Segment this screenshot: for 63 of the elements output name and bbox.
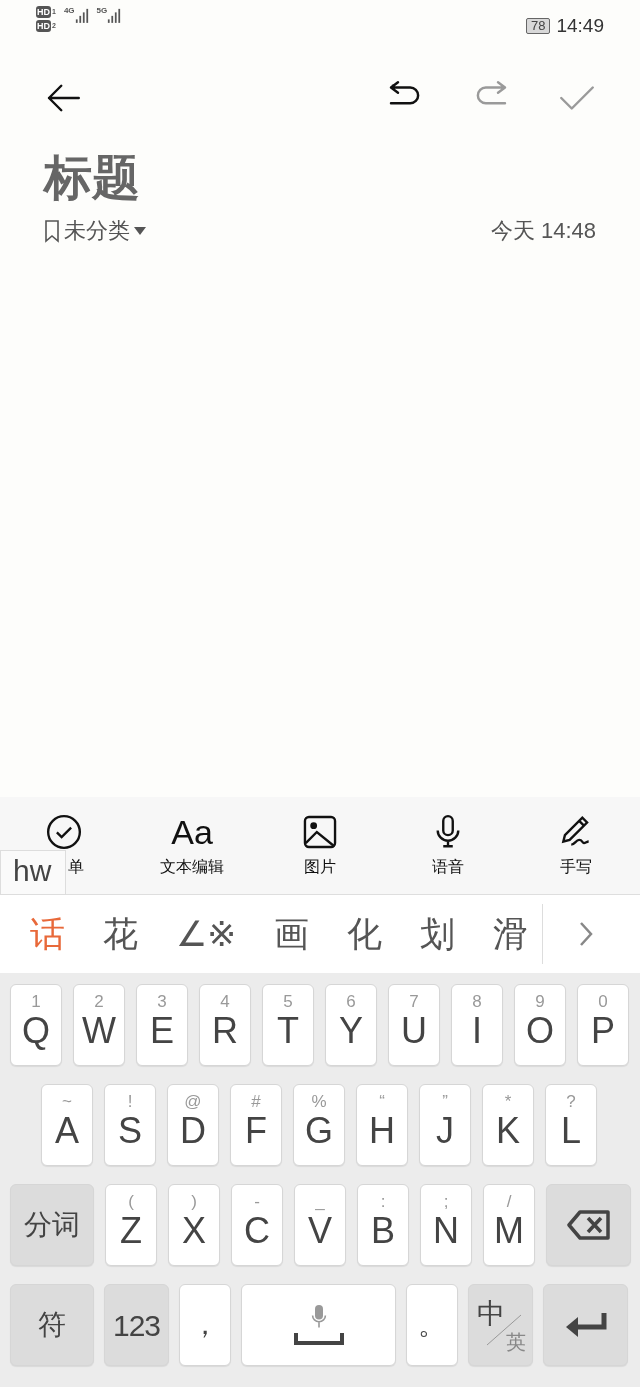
key[interactable]: 1 Q — [10, 984, 62, 1066]
key[interactable]: 4 R — [199, 984, 251, 1066]
key[interactable]: - C — [231, 1184, 283, 1266]
key[interactable]: ? L — [545, 1084, 597, 1166]
candidate-word[interactable]: ∠※ — [176, 914, 236, 954]
key[interactable]: ， — [179, 1284, 231, 1366]
checkmark-circle-icon — [45, 812, 83, 851]
key[interactable]: 8 I — [451, 984, 503, 1066]
editor-tool-button[interactable]: 语音 — [393, 812, 503, 879]
key[interactable]: * K — [482, 1084, 534, 1166]
network-type-label: 4G — [63, 6, 75, 16]
signal-icon — [74, 6, 89, 24]
key[interactable]: 123 — [104, 1284, 169, 1366]
network-type-label: 5G — [96, 6, 108, 16]
candidate-word[interactable]: 花 — [103, 914, 138, 954]
key[interactable]: 5 T — [262, 984, 314, 1066]
text-format-icon: Aa — [171, 812, 213, 851]
key[interactable]: 0 P — [577, 984, 629, 1066]
key[interactable]: 9 O — [514, 984, 566, 1066]
key[interactable]: ; N — [420, 1184, 472, 1266]
key[interactable]: : B — [357, 1184, 409, 1266]
input-hint-popup: hw — [0, 850, 66, 895]
key[interactable]: # F — [230, 1084, 282, 1166]
clock: 14:49 — [556, 14, 604, 38]
key[interactable]: 7 U — [388, 984, 440, 1066]
battery-indicator: 78 — [526, 18, 551, 35]
chevron-right-icon[interactable] — [579, 921, 593, 947]
space-key[interactable] — [241, 1284, 396, 1366]
key[interactable]: % G — [293, 1084, 345, 1166]
space-bar-icon — [293, 1333, 344, 1345]
backspace-key[interactable] — [546, 1184, 631, 1266]
key[interactable]: 6 Y — [325, 984, 377, 1066]
microphone-icon — [310, 1305, 327, 1329]
key[interactable]: “ H — [356, 1084, 408, 1166]
key[interactable]: 2 W — [73, 984, 125, 1066]
editor-tool-button[interactable]: 图片 — [265, 812, 375, 879]
candidate-word[interactable]: 滑 — [493, 914, 528, 954]
dropdown-caret-icon — [134, 226, 146, 235]
note-date: 今天 14:48 — [490, 217, 596, 245]
key[interactable]: ~ A — [41, 1084, 93, 1166]
note-title[interactable]: 标题 — [44, 148, 596, 208]
key[interactable]: 3 E — [136, 984, 188, 1066]
bookmark-icon — [44, 218, 60, 243]
signal-icon — [107, 6, 122, 24]
backspace-icon — [566, 1209, 611, 1241]
key[interactable]: ) X — [168, 1184, 220, 1266]
key[interactable]: ( Z — [105, 1184, 157, 1266]
candidate-word[interactable]: 画 — [274, 914, 309, 954]
key[interactable]: ! S — [104, 1084, 156, 1166]
enter-key[interactable] — [543, 1284, 628, 1366]
editor-tool-button[interactable]: Aa 文本编辑 — [137, 812, 247, 879]
category-selector[interactable]: 未分类 — [44, 214, 146, 247]
key[interactable]: 分词 — [10, 1184, 94, 1266]
key[interactable]: _ V — [294, 1184, 346, 1266]
editor-tool-button[interactable]: 手写 — [521, 812, 631, 879]
candidate-word[interactable]: 划 — [420, 914, 455, 954]
key[interactable]: ” J — [419, 1084, 471, 1166]
candidate-word[interactable]: 化 — [347, 914, 382, 954]
language-switch-key[interactable]: 中 英 — [468, 1284, 533, 1366]
key[interactable]: 。 — [406, 1284, 458, 1366]
key[interactable]: @ D — [167, 1084, 219, 1166]
key[interactable]: / M — [483, 1184, 535, 1266]
key[interactable]: 符 — [10, 1284, 94, 1366]
